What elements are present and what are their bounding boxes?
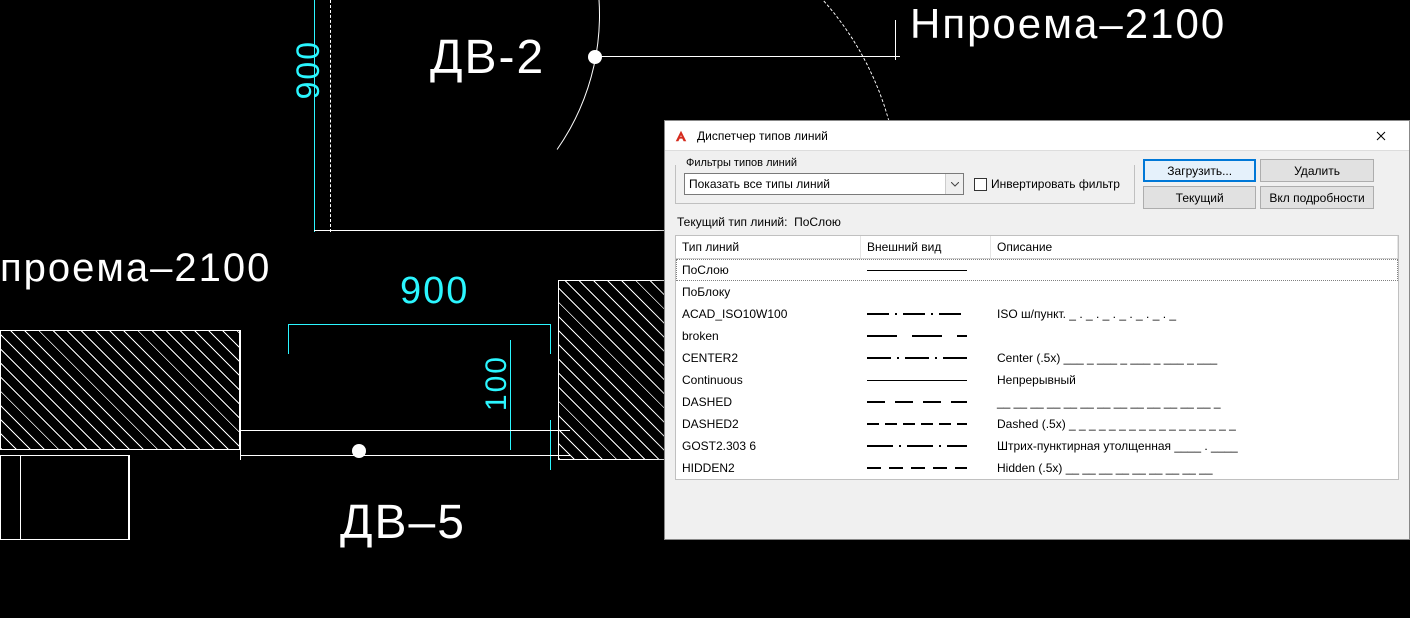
linetype-name: ПоСлою bbox=[678, 263, 863, 277]
linetype-name: DASHED bbox=[678, 395, 863, 409]
current-linetype-label: Текущий тип линий: ПоСлою bbox=[675, 209, 1399, 231]
linetype-desc: Непрерывный bbox=[993, 373, 1396, 387]
invert-filter-checkbox[interactable]: Инвертировать фильтр bbox=[974, 177, 1120, 191]
linetype-sample bbox=[863, 357, 993, 359]
linetype-name: DASHED2 bbox=[678, 417, 863, 431]
table-body: ПоСлою ПоБлоку ACAD_ISO10W100 ISO ш/пункт. … bbox=[676, 259, 1398, 479]
details-button[interactable]: Вкл подробности bbox=[1260, 186, 1373, 209]
linetype-desc: ISO ш/пункт. _ . _ . _ . _ . _ . _ . _ bbox=[993, 307, 1396, 321]
table-row[interactable]: DASHED2 Dashed (.5x) _ _ _ _ _ _ _ _ _ _ … bbox=[676, 413, 1398, 435]
delete-button[interactable]: Удалить bbox=[1260, 159, 1373, 182]
table-row[interactable]: CENTER2 Center (.5x) ___ _ ___ _ ___ _ __… bbox=[676, 347, 1398, 369]
col-description[interactable]: Описание bbox=[991, 236, 1398, 258]
filter-dropdown[interactable]: Показать все типы линий bbox=[684, 173, 964, 195]
table-row[interactable]: ПоСлою bbox=[676, 259, 1398, 281]
col-name[interactable]: Тип линий bbox=[676, 236, 861, 258]
checkbox-icon bbox=[974, 178, 987, 191]
table-header: Тип линий Внешний вид Описание bbox=[676, 236, 1398, 259]
linetype-desc: Штрих-пунктирная утолщенная ____ . ____ bbox=[993, 439, 1396, 453]
linetype-desc: Dashed (.5x) _ _ _ _ _ _ _ _ _ _ _ _ _ _… bbox=[993, 417, 1396, 431]
linetype-sample bbox=[863, 401, 993, 403]
linetype-name: HIDDEN2 bbox=[678, 461, 863, 475]
table-row[interactable]: broken bbox=[676, 325, 1398, 347]
cad-label-hproema-left: проема–2100 bbox=[0, 246, 271, 291]
filters-group-label: Фильтры типов линий bbox=[682, 157, 801, 169]
table-row[interactable]: DASHED __ __ __ __ __ __ __ __ __ __ __ _… bbox=[676, 391, 1398, 413]
linetype-name: GOST2.303 6 bbox=[678, 439, 863, 453]
linetype-table: Тип линий Внешний вид Описание ПоСлою ПоБ… bbox=[675, 235, 1399, 480]
cad-label-hproema-top: Нпроема–2100 bbox=[910, 0, 1226, 48]
linetype-sample bbox=[863, 445, 993, 447]
table-row[interactable]: Continuous Непрерывный bbox=[676, 369, 1398, 391]
filter-dropdown-value: Показать все типы линий bbox=[689, 177, 830, 191]
linetype-name: ПоБлоку bbox=[678, 285, 863, 299]
current-button[interactable]: Текущий bbox=[1143, 186, 1256, 209]
linetype-sample bbox=[863, 423, 993, 425]
close-button[interactable] bbox=[1361, 122, 1401, 150]
cad-label-dv5: ДВ–5 bbox=[340, 495, 466, 550]
invert-filter-label: Инвертировать фильтр bbox=[991, 177, 1120, 191]
linetype-sample bbox=[863, 313, 993, 315]
linetype-name: Continuous bbox=[678, 373, 863, 387]
linetype-sample bbox=[863, 335, 993, 337]
linetype-sample bbox=[863, 270, 993, 271]
linetype-sample bbox=[863, 467, 993, 469]
chevron-down-icon bbox=[945, 174, 963, 194]
filters-group: Фильтры типов линий Показать все типы ли… bbox=[675, 165, 1135, 204]
table-row[interactable]: ACAD_ISO10W100 ISO ш/пункт. _ . _ . _ . _… bbox=[676, 303, 1398, 325]
linetype-sample bbox=[863, 380, 993, 381]
table-row[interactable]: ПоБлоку bbox=[676, 281, 1398, 303]
table-row[interactable]: HIDDEN2 Hidden (.5x) __ __ __ __ __ __ __… bbox=[676, 457, 1398, 479]
linetype-manager-dialog: Диспетчер типов линий Фильтры типов лини… bbox=[664, 120, 1410, 540]
linetype-name: broken bbox=[678, 329, 863, 343]
dialog-title: Диспетчер типов линий bbox=[697, 129, 1361, 143]
linetype-name: CENTER2 bbox=[678, 351, 863, 365]
table-row[interactable]: GOST2.303 6 Штрих-пунктирная утолщенная _… bbox=[676, 435, 1398, 457]
autocad-icon bbox=[673, 128, 689, 144]
dialog-titlebar[interactable]: Диспетчер типов линий bbox=[665, 121, 1409, 151]
linetype-desc: Hidden (.5x) __ __ __ __ __ __ __ __ __ bbox=[993, 461, 1396, 475]
linetype-desc: Center (.5x) ___ _ ___ _ ___ _ ___ _ ___ bbox=[993, 351, 1396, 365]
linetype-desc: __ __ __ __ __ __ __ __ __ __ __ __ __ _ bbox=[993, 395, 1396, 409]
col-appearance[interactable]: Внешний вид bbox=[861, 236, 991, 258]
linetype-name: ACAD_ISO10W100 bbox=[678, 307, 863, 321]
dialog-buttons: Загрузить... Удалить Текущий Вкл подробн… bbox=[1143, 159, 1374, 209]
close-icon bbox=[1376, 131, 1386, 141]
load-button[interactable]: Загрузить... bbox=[1143, 159, 1256, 182]
